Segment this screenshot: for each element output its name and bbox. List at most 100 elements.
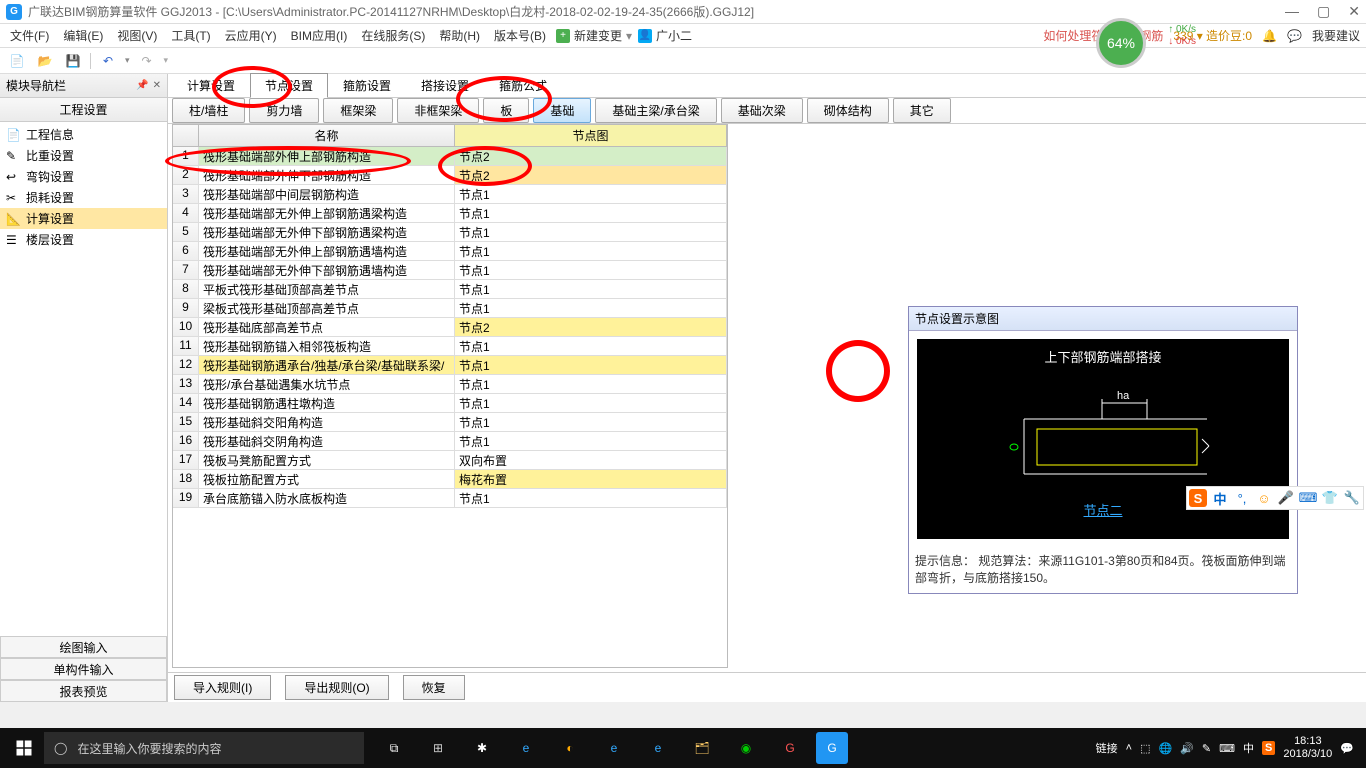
row-node[interactable]: 双向布置: [455, 451, 727, 469]
grid-row[interactable]: 7筏形基础端部无外伸下部钢筋遇墙构造节点1: [173, 261, 727, 280]
ime-tool-icon[interactable]: 🔧: [1343, 489, 1361, 507]
grid-row[interactable]: 19承台底筋锚入防水底板构造节点1: [173, 489, 727, 508]
taskbar-explorer-icon[interactable]: 🗂: [680, 728, 724, 768]
row-node[interactable]: 节点1: [455, 223, 727, 241]
menu-bim[interactable]: BIM应用(I): [287, 25, 352, 46]
tray-pen-icon[interactable]: ✎: [1202, 742, 1211, 755]
grid-row[interactable]: 11筏形基础钢筋锚入相邻筏板构造节点1: [173, 337, 727, 356]
row-node[interactable]: 节点2: [455, 318, 727, 336]
tray-sogou-icon[interactable]: S: [1262, 741, 1275, 755]
settings-tab-2[interactable]: 箍筋设置: [328, 73, 406, 98]
taskbar-app-3[interactable]: ◐: [548, 728, 592, 768]
category-tab-2[interactable]: 框架梁: [323, 98, 393, 123]
grid-row[interactable]: 13筏形/承台基础遇集水坑节点节点1: [173, 375, 727, 394]
taskbar-app-2[interactable]: ✱: [460, 728, 504, 768]
start-button[interactable]: [4, 728, 44, 768]
grid-row[interactable]: 12筏形基础钢筋遇承台/独基/承台梁/基础联系梁/节点1: [173, 356, 727, 375]
grid-row[interactable]: 10筏形基础底部高差节点节点2: [173, 318, 727, 337]
tray-app-icon[interactable]: ⬚: [1140, 742, 1150, 755]
undo-dropdown-icon[interactable]: ▾: [125, 55, 130, 66]
sidebar-item-2[interactable]: ↩弯钩设置: [0, 166, 167, 187]
grid-row[interactable]: 6筏形基础端部无外伸上部钢筋遇墙构造节点1: [173, 242, 727, 261]
row-node[interactable]: 节点1: [455, 280, 727, 298]
row-node[interactable]: 节点1: [455, 337, 727, 355]
menu-help[interactable]: 帮助(H): [435, 25, 484, 46]
row-node[interactable]: 梅花布置: [455, 470, 727, 488]
grid-row[interactable]: 8平板式筏形基础顶部高差节点节点1: [173, 280, 727, 299]
row-node[interactable]: 节点2: [455, 166, 727, 184]
sidebar-item-3[interactable]: ✂损耗设置: [0, 187, 167, 208]
menu-cloud[interactable]: 云应用(Y): [221, 25, 281, 46]
pin-icon[interactable]: 📌: [136, 80, 148, 91]
category-tab-7[interactable]: 基础次梁: [721, 98, 803, 123]
sidebar-tab-draw[interactable]: 绘图输入: [0, 636, 167, 658]
tray-ime-zhong[interactable]: 中: [1243, 740, 1254, 756]
tray-link-label[interactable]: 链接: [1096, 740, 1118, 756]
ime-skin-icon[interactable]: 👕: [1321, 489, 1339, 507]
close-button[interactable]: ✕: [1348, 3, 1360, 20]
sidebar-item-4[interactable]: 📐计算设置: [0, 208, 167, 229]
network-usage-bubble[interactable]: 64%: [1096, 18, 1146, 68]
export-rules-button[interactable]: 导出规则(O): [285, 675, 388, 700]
category-tab-0[interactable]: 柱/墙柱: [172, 98, 245, 123]
menu-tools[interactable]: 工具(T): [167, 25, 214, 46]
category-tab-3[interactable]: 非框架梁: [397, 98, 479, 123]
redo-dropdown-icon[interactable]: ▾: [164, 55, 169, 66]
diagram-link[interactable]: 节点二: [1083, 500, 1122, 519]
menu-edit[interactable]: 编辑(E): [59, 25, 107, 46]
menu-view[interactable]: 视图(V): [113, 25, 161, 46]
row-node[interactable]: 节点1: [455, 242, 727, 260]
save-icon[interactable]: 💾: [62, 51, 84, 71]
category-tab-1[interactable]: 剪力墙: [249, 98, 319, 123]
grid-row[interactable]: 2筏形基础端部外伸下部钢筋构造节点2: [173, 166, 727, 185]
maximize-button[interactable]: ▢: [1317, 3, 1330, 20]
settings-tab-4[interactable]: 箍筋公式: [484, 73, 562, 98]
tray-volume-icon[interactable]: 🔊: [1180, 742, 1194, 755]
sidebar-item-0[interactable]: 📄工程信息: [0, 124, 167, 145]
sidebar-close-icon[interactable]: ✕: [153, 80, 161, 91]
category-tab-5[interactable]: 基础: [533, 98, 591, 123]
grid-row[interactable]: 17筏板马凳筋配置方式双向布置: [173, 451, 727, 470]
redo-icon[interactable]: ↷: [136, 51, 158, 71]
ime-smile-icon[interactable]: ☺: [1255, 489, 1273, 507]
new-file-icon[interactable]: 📄: [6, 51, 28, 71]
tray-notifications-icon[interactable]: 💬: [1340, 742, 1354, 755]
tray-keyboard-icon[interactable]: ⌨: [1219, 742, 1235, 755]
tray-clock[interactable]: 18:13 2018/3/10: [1283, 735, 1332, 761]
menu-version[interactable]: 版本号(B): [490, 25, 550, 46]
row-node[interactable]: 节点1: [455, 299, 727, 317]
settings-tab-3[interactable]: 搭接设置: [406, 73, 484, 98]
open-file-icon[interactable]: 📂: [34, 51, 56, 71]
taskbar-ie-icon[interactable]: e: [636, 728, 680, 768]
grid-row[interactable]: 16筏形基础斜交阴角构造节点1: [173, 432, 727, 451]
bell-icon[interactable]: 🔔: [1262, 29, 1277, 43]
grid-row[interactable]: 4筏形基础端部无外伸上部钢筋遇梁构造节点1: [173, 204, 727, 223]
row-node[interactable]: 节点1: [455, 394, 727, 412]
taskbar-app-7[interactable]: G: [816, 732, 848, 764]
taskbar-search[interactable]: ◯ 在这里输入你要搜索的内容: [44, 732, 364, 764]
taskbar-app-4[interactable]: e: [592, 728, 636, 768]
grid-row[interactable]: 18筏板拉筋配置方式梅花布置: [173, 470, 727, 489]
ime-mic-icon[interactable]: 🎤: [1277, 489, 1295, 507]
ime-punct-icon[interactable]: °,: [1233, 489, 1251, 507]
ime-toolbar[interactable]: S 中 °, ☺ 🎤 ⌨ 👕 🔧: [1186, 486, 1364, 510]
grid-row[interactable]: 3筏形基础端部中间层钢筋构造节点1: [173, 185, 727, 204]
row-node[interactable]: 节点1: [455, 432, 727, 450]
row-node[interactable]: 节点1: [455, 204, 727, 222]
category-tab-8[interactable]: 砌体结构: [807, 98, 889, 123]
row-node[interactable]: 节点1: [455, 356, 727, 374]
row-node[interactable]: 节点1: [455, 375, 727, 393]
sidebar-item-5[interactable]: ☰楼层设置: [0, 229, 167, 250]
grid-row[interactable]: 14筏形基础钢筋遇柱墩构造节点1: [173, 394, 727, 413]
category-tab-6[interactable]: 基础主梁/承台梁: [595, 98, 716, 123]
row-node[interactable]: 节点1: [455, 413, 727, 431]
menu-file[interactable]: 文件(F): [6, 25, 53, 46]
settings-tab-0[interactable]: 计算设置: [172, 73, 250, 98]
menu-online[interactable]: 在线服务(S): [357, 25, 429, 46]
row-node[interactable]: 节点2: [455, 147, 727, 165]
grid-row[interactable]: 1筏形基础端部外伸上部钢筋构造节点2: [173, 147, 727, 166]
ime-keyboard-icon[interactable]: ⌨: [1299, 489, 1317, 507]
user-display[interactable]: 👤 广小二: [638, 27, 692, 44]
grid-row[interactable]: 5筏形基础端部无外伸下部钢筋遇梁构造节点1: [173, 223, 727, 242]
settings-tab-1[interactable]: 节点设置: [250, 73, 328, 98]
